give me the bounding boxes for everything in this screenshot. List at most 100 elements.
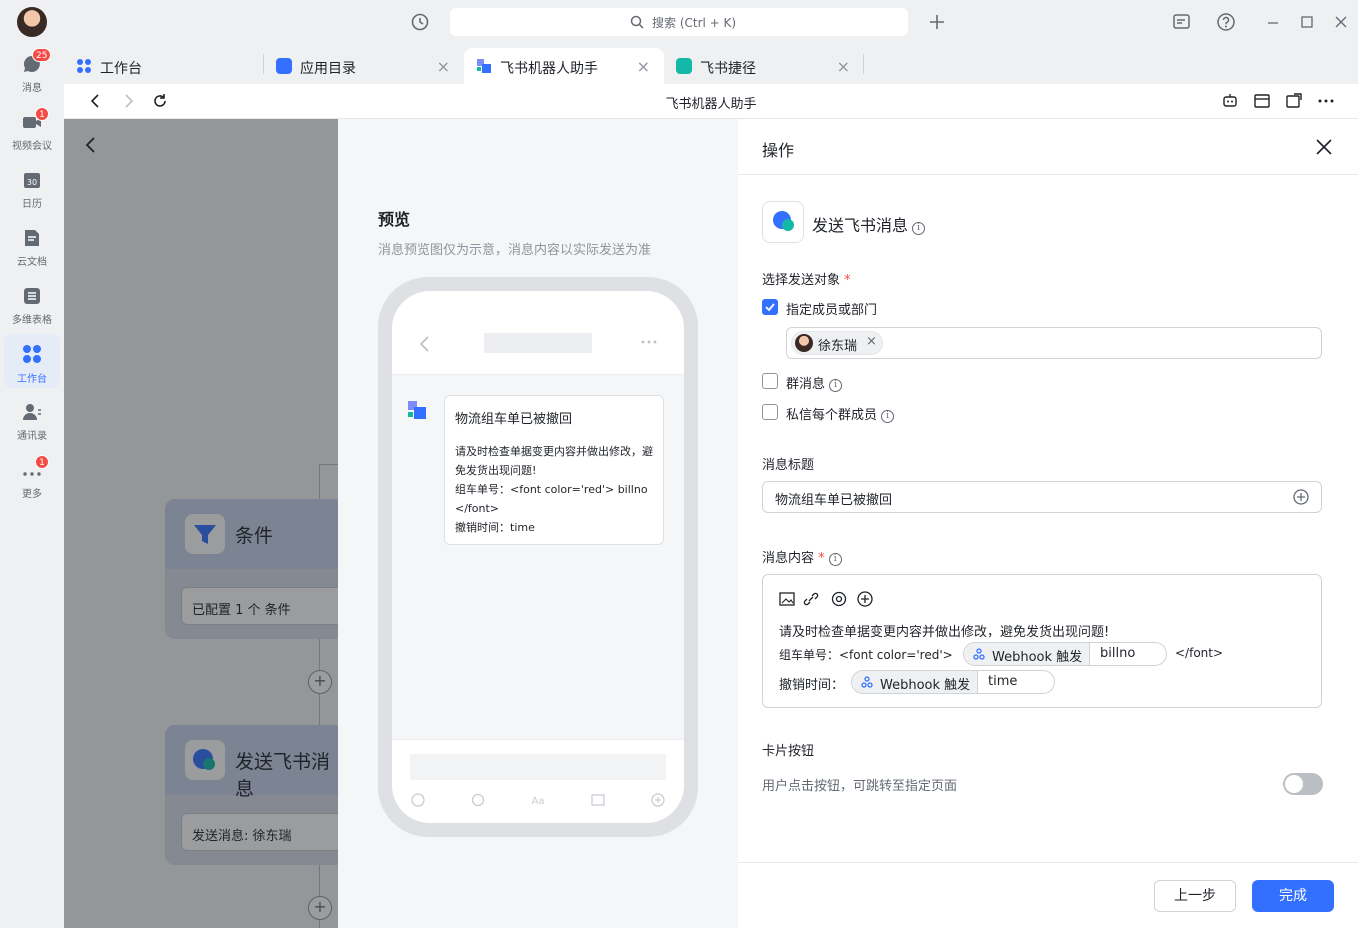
sidebar: 25 消息 1 视频会议 30 日历 云文档 多维表格 工作台 通讯录 1 更多 bbox=[0, 0, 64, 928]
close-window-icon[interactable] bbox=[1334, 15, 1348, 29]
title-bar: 搜索 (Ctrl + K) bbox=[64, 0, 1358, 44]
add-variable-icon[interactable] bbox=[1293, 489, 1309, 505]
member-selector[interactable]: 徐东瑞 × bbox=[786, 327, 1322, 359]
plus-icon[interactable] bbox=[928, 13, 946, 31]
sidebar-item-workplace[interactable]: 工作台 bbox=[4, 334, 60, 388]
help-icon[interactable] bbox=[1216, 12, 1236, 32]
workplace-grid-icon bbox=[23, 345, 41, 363]
remove-chip-icon[interactable]: × bbox=[866, 334, 877, 349]
unread-badge: 25 bbox=[32, 48, 52, 62]
page-title: 飞书机器人助手 bbox=[665, 97, 757, 112]
sidebar-item-label: 视频会议 bbox=[12, 141, 52, 152]
bot-assistant-icon bbox=[477, 59, 491, 73]
card-button-desc: 用户点击按钮，可跳转至指定页面 bbox=[762, 779, 958, 794]
msg-content-editor[interactable]: 请及时检查单据变更内容并做出修改，避免发货出现问题! 组车单号：<font co… bbox=[762, 574, 1322, 708]
sidebar-item-more[interactable]: 1 更多 bbox=[0, 455, 64, 510]
info-icon[interactable]: i bbox=[881, 410, 895, 423]
close-tab-icon[interactable]: × bbox=[837, 57, 850, 76]
sidebar-item-base[interactable]: 多维表格 bbox=[0, 282, 64, 336]
phone-input-area: Aa bbox=[392, 739, 684, 823]
option-private-label: 私信每个群成员 i bbox=[786, 404, 895, 423]
message-title: 物流组车单已被撤回 bbox=[455, 412, 573, 427]
content-line-1: 请及时检查单据变更内容并做出修改，避免发货出现问题! bbox=[779, 625, 1110, 640]
preview-pane: 预览 消息预览图仅为示意，消息内容以实际发送为准 物流组车单已被撤回 请及时检查… bbox=[338, 119, 738, 928]
tab-bot-assistant[interactable]: 飞书机器人助手 × bbox=[464, 48, 664, 84]
workplace-grid-icon bbox=[77, 59, 91, 73]
webhook-icon bbox=[861, 676, 873, 688]
app-directory-icon bbox=[276, 58, 292, 74]
shortcuts-icon bbox=[676, 58, 692, 74]
message-body: 请及时检查单据变更内容并做出修改，避免发货出现问题! 组车单号：<font co… bbox=[455, 445, 653, 534]
prev-button[interactable]: 上一步 bbox=[1154, 880, 1236, 912]
address-bar: 飞书机器人助手 bbox=[64, 84, 1358, 119]
members-checkbox[interactable] bbox=[762, 299, 778, 315]
variable-chip-billno[interactable]: Webhook 触发 billno bbox=[963, 642, 1167, 666]
unread-badge: 1 bbox=[35, 107, 49, 121]
sidebar-item-calendar[interactable]: 30 日历 bbox=[0, 166, 64, 220]
phone-mockup: 物流组车单已被撤回 请及时检查单据变更内容并做出修改，避免发货出现问题! 组车单… bbox=[378, 277, 698, 837]
phone-toolbar-icons: Aa bbox=[411, 793, 665, 807]
action-title: 发送飞书消息 i bbox=[812, 212, 926, 236]
msg-content-label: 消息内容 * i bbox=[762, 547, 842, 566]
close-icon[interactable] bbox=[1315, 138, 1333, 156]
open-external-icon[interactable] bbox=[1285, 92, 1303, 110]
preview-subtitle: 消息预览图仅为示意，消息内容以实际发送为准 bbox=[378, 243, 652, 258]
tab-label: 工作台 bbox=[100, 61, 142, 77]
more-dots-icon[interactable] bbox=[1317, 92, 1335, 110]
group-checkbox[interactable] bbox=[762, 373, 778, 389]
main-content: 条件 已配置 1 个 条件 + 发送飞书消息 发送消息: 徐东瑞 + 预览 消息… bbox=[64, 119, 1358, 928]
panel-title: 操作 bbox=[762, 141, 795, 160]
done-button[interactable]: 完成 bbox=[1252, 880, 1334, 912]
search-icon bbox=[630, 15, 644, 29]
sidebar-item-video-meeting[interactable]: 1 视频会议 bbox=[0, 107, 64, 162]
action-panel: 操作 发送飞书消息 i 选择发送对象 * 指定成员或部门 徐东瑞 × 群消息 i 私… bbox=[738, 119, 1358, 928]
close-tab-icon[interactable]: × bbox=[637, 57, 650, 76]
info-icon[interactable]: i bbox=[828, 553, 842, 566]
phone-header bbox=[392, 291, 684, 375]
sidebar-item-label: 多维表格 bbox=[12, 315, 52, 326]
info-icon[interactable]: i bbox=[912, 222, 926, 235]
card-button-label: 卡片按钮 bbox=[762, 744, 815, 759]
target-label: 选择发送对象 * bbox=[762, 273, 851, 288]
sidebar-item-label: 工作台 bbox=[17, 374, 47, 385]
sidebar-item-docs[interactable]: 云文档 bbox=[0, 224, 64, 278]
sidebar-item-label: 日历 bbox=[22, 199, 42, 210]
sidebar-item-messages[interactable]: 25 消息 bbox=[0, 48, 64, 104]
minimize-icon[interactable] bbox=[1266, 16, 1280, 30]
close-tab-icon[interactable]: × bbox=[437, 57, 450, 76]
maximize-icon[interactable] bbox=[1300, 15, 1314, 29]
svg-text:30: 30 bbox=[27, 178, 37, 187]
sidebar-item-label: 更多 bbox=[22, 489, 42, 500]
unread-badge: 1 bbox=[35, 455, 49, 469]
task-list-icon[interactable] bbox=[1172, 12, 1192, 32]
history-icon[interactable] bbox=[410, 12, 430, 32]
tab-shortcuts[interactable]: 飞书捷径 × bbox=[664, 48, 864, 84]
editor-toolbar-icons[interactable] bbox=[779, 591, 879, 607]
tab-label: 应用目录 bbox=[300, 61, 356, 77]
phone-screen: 物流组车单已被撤回 请及时检查单据变更内容并做出修改，避免发货出现问题! 组车单… bbox=[392, 291, 684, 823]
msg-title-input[interactable]: 物流组车单已被撤回 bbox=[762, 481, 1322, 513]
search-placeholder: 搜索 (Ctrl + K) bbox=[652, 16, 737, 30]
panel-footer: 上一步 完成 bbox=[738, 862, 1358, 928]
tab-label: 飞书机器人助手 bbox=[500, 61, 598, 77]
bot-icon[interactable] bbox=[1221, 92, 1239, 110]
content-line-3-prefix: 撤销时间： bbox=[779, 678, 845, 693]
info-icon[interactable]: i bbox=[829, 379, 843, 392]
window-icon[interactable] bbox=[1253, 92, 1271, 110]
modal-overlay[interactable] bbox=[64, 119, 338, 928]
sidebar-item-contacts[interactable]: 通讯录 bbox=[0, 398, 64, 452]
sidebar-item-label: 通讯录 bbox=[17, 431, 47, 442]
check-icon bbox=[765, 303, 775, 312]
tab-workplace[interactable]: 工作台 bbox=[64, 48, 264, 84]
table-icon bbox=[24, 288, 40, 304]
card-button-toggle[interactable] bbox=[1283, 773, 1323, 795]
private-checkbox[interactable] bbox=[762, 404, 778, 420]
variable-chip-time[interactable]: Webhook 触发 time bbox=[851, 670, 1055, 694]
action-icon-box bbox=[762, 201, 804, 243]
panel-header: 操作 bbox=[738, 119, 1358, 175]
tab-app-directory[interactable]: 应用目录 × bbox=[264, 48, 464, 84]
option-group-label: 群消息 i bbox=[786, 373, 843, 392]
user-avatar[interactable] bbox=[17, 7, 47, 37]
global-search[interactable]: 搜索 (Ctrl + K) bbox=[450, 8, 908, 36]
back-icon bbox=[419, 336, 429, 352]
